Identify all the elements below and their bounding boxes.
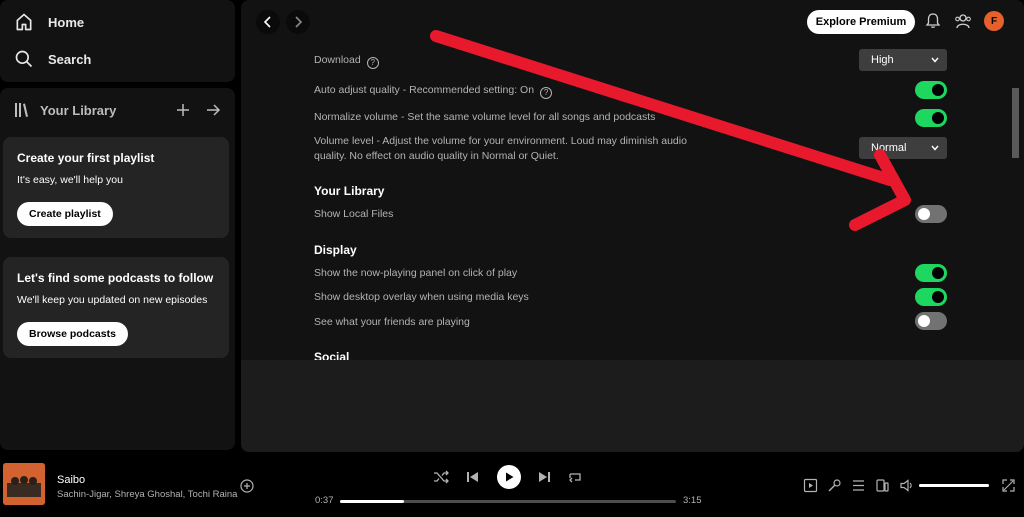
settings-list: Download? High Auto adjust quality - Rec… <box>241 44 1024 364</box>
bell-icon[interactable] <box>924 12 942 30</box>
duration-time: 3:15 <box>683 495 702 506</box>
create-playlist-button[interactable]: Create playlist <box>17 202 113 226</box>
now-playing-view-icon[interactable] <box>803 478 818 493</box>
help-icon[interactable]: ? <box>540 87 553 99</box>
album-art-icon <box>3 463 45 505</box>
lyrics-icon[interactable] <box>827 478 842 493</box>
toggle-knob <box>918 315 930 327</box>
library-title: Your Library <box>40 102 117 118</box>
progress-fill <box>340 500 404 503</box>
avatar[interactable]: F <box>984 11 1004 31</box>
now-playing-panel-toggle[interactable] <box>915 264 947 282</box>
your-library-section-title: Your Library <box>314 184 385 198</box>
chevron-right-icon <box>295 16 303 28</box>
chevron-down-icon <box>931 145 939 151</box>
connect-device-icon[interactable] <box>875 478 890 493</box>
volume-fill <box>919 484 989 487</box>
now-playing-panel-label: Show the now-playing panel on click of p… <box>314 267 518 279</box>
toggle-knob <box>932 267 944 279</box>
create-playlist-heading: Create your first playlist <box>17 151 155 165</box>
toggle-knob <box>932 112 944 124</box>
download-quality-select[interactable]: High <box>859 49 947 71</box>
nav-search[interactable]: Search <box>14 47 91 71</box>
auto-adjust-row: Auto adjust quality - Recommended settin… <box>314 83 553 99</box>
volume-level-label: Volume level - Adjust the volume for you… <box>314 134 687 164</box>
podcasts-text: We'll keep you updated on new episodes <box>17 294 208 306</box>
nav-home[interactable]: Home <box>14 10 84 34</box>
chevron-left-icon <box>263 16 271 28</box>
play-button[interactable] <box>497 465 521 489</box>
show-local-files-toggle[interactable] <box>915 205 947 223</box>
download-label: Download <box>314 54 361 66</box>
queue-icon[interactable] <box>851 478 866 493</box>
previous-icon[interactable] <box>464 469 480 485</box>
friends-playing-toggle[interactable] <box>915 312 947 330</box>
download-row: Download? <box>314 53 379 69</box>
auto-adjust-toggle[interactable] <box>915 81 947 99</box>
podcasts-card: Let's find some podcasts to follow We'll… <box>3 257 229 358</box>
elapsed-time: 0:37 <box>315 495 334 506</box>
desktop-overlay-label: Show desktop overlay when using media ke… <box>314 291 529 303</box>
auto-adjust-label: Auto adjust quality - Recommended settin… <box>314 84 535 96</box>
play-icon <box>506 472 514 482</box>
chevron-down-icon <box>931 57 939 63</box>
volume-level-value: Normal <box>871 142 907 154</box>
volume-level-line2: quality. No effect on audio quality in N… <box>314 150 559 162</box>
forward-button[interactable] <box>286 10 310 34</box>
podcasts-heading: Let's find some podcasts to follow <box>17 271 214 285</box>
back-button[interactable] <box>256 10 280 34</box>
explore-premium-button[interactable]: Explore Premium <box>807 10 915 34</box>
volume-level-select[interactable]: Normal <box>859 137 947 159</box>
next-icon[interactable] <box>537 469 553 485</box>
home-icon <box>16 13 32 31</box>
track-title[interactable]: Saibo <box>57 474 85 486</box>
toggle-knob <box>932 84 944 96</box>
shuffle-icon[interactable] <box>433 469 449 485</box>
nav-panel: Home Search <box>0 0 235 82</box>
library-icon[interactable] <box>14 102 30 118</box>
create-playlist-card: Create your first playlist It's easy, we… <box>3 137 229 238</box>
friends-playing-label: See what your friends are playing <box>314 316 470 328</box>
scrollbar[interactable] <box>1012 88 1019 158</box>
player-bar: Saibo Sachin-Jigar, Shreya Ghoshal, Toch… <box>0 455 1024 517</box>
library-panel: Your Library Create your first playlist … <box>0 88 235 450</box>
show-local-files-label: Show Local Files <box>314 208 394 220</box>
fullscreen-icon[interactable] <box>1001 478 1016 493</box>
nav-search-label: Search <box>48 51 92 67</box>
repeat-icon[interactable] <box>567 469 583 485</box>
friends-icon[interactable] <box>954 12 972 30</box>
nav-home-label: Home <box>48 14 85 30</box>
album-cover[interactable] <box>3 463 45 505</box>
toggle-knob <box>918 208 930 220</box>
arrow-right-icon[interactable] <box>205 102 221 118</box>
display-section-title: Display <box>314 243 357 257</box>
main-settings-panel: Explore Premium F Download? High Auto ad… <box>241 0 1024 452</box>
desktop-overlay-toggle[interactable] <box>915 288 947 306</box>
normalize-toggle[interactable] <box>915 109 947 127</box>
download-quality-value: High <box>871 54 894 66</box>
lower-panel <box>241 360 1024 452</box>
track-artists[interactable]: Sachin-Jigar, Shreya Ghoshal, Tochi Rain… <box>57 489 237 500</box>
volume-level-line1: Volume level - Adjust the volume for you… <box>314 135 687 147</box>
add-to-library-icon[interactable] <box>240 479 254 493</box>
volume-slider[interactable] <box>919 484 989 487</box>
browse-podcasts-button[interactable]: Browse podcasts <box>17 322 128 346</box>
volume-icon[interactable] <box>899 478 914 493</box>
create-playlist-text: It's easy, we'll help you <box>17 174 123 186</box>
plus-icon[interactable] <box>175 102 191 118</box>
search-icon <box>15 50 33 68</box>
normalize-label: Normalize volume - Set the same volume l… <box>314 111 656 123</box>
top-bar: Explore Premium F <box>241 0 1024 44</box>
help-icon[interactable]: ? <box>366 57 379 69</box>
toggle-knob <box>932 291 944 303</box>
progress-bar[interactable] <box>340 500 676 503</box>
